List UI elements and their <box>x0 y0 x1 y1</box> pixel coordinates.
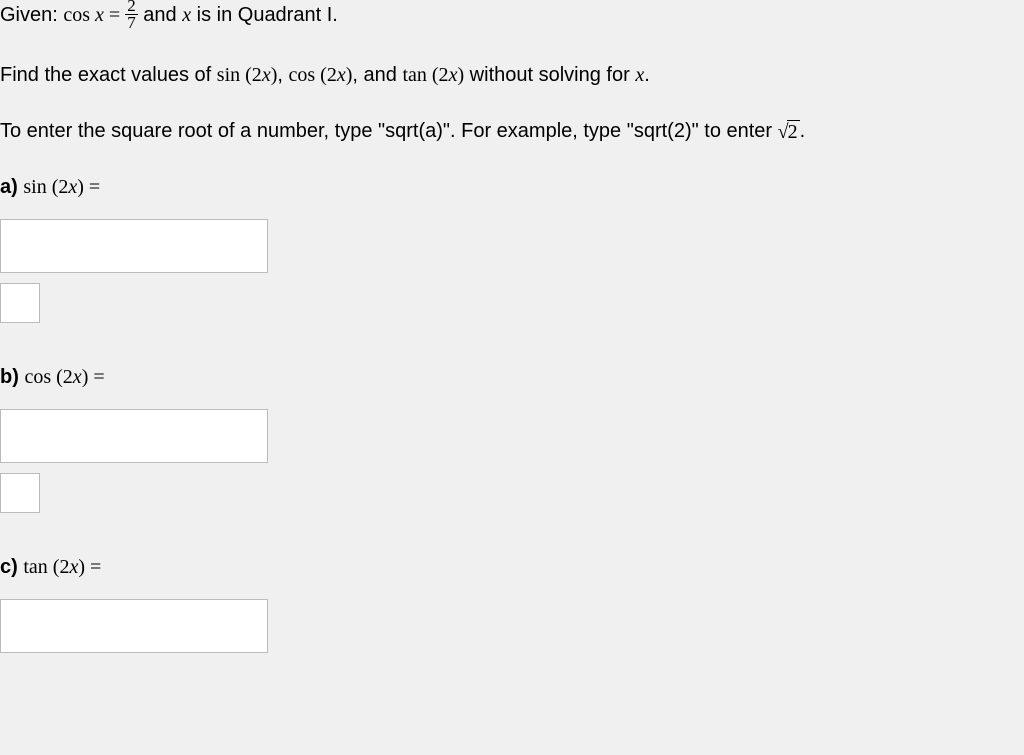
b-expr: cos (2x) = <box>24 366 104 388</box>
find-line: Find the exact values of sin (2x), cos (… <box>0 61 1024 89</box>
answer-input-b[interactable] <box>0 409 268 463</box>
var-x: x <box>95 4 104 26</box>
answer-input-a-small[interactable] <box>0 283 40 323</box>
find-tan: tan (2x) <box>402 64 464 86</box>
part-c-label: c) tan (2x) = <box>0 553 1024 581</box>
label-c: c) <box>0 556 18 578</box>
given-and: and <box>138 4 182 26</box>
find-suffix: without solving for <box>464 64 635 86</box>
answer-input-a[interactable] <box>0 219 268 273</box>
answer-input-c[interactable] <box>0 599 268 653</box>
label-b: b) <box>0 366 19 388</box>
answer-block-b <box>0 409 1024 513</box>
fraction-2-7: 27 <box>125 0 138 31</box>
answer-block-c <box>0 599 1024 653</box>
func-cos: cos <box>63 4 90 26</box>
given-line: Given: cos x = 27 and x is in Quadrant I… <box>0 0 1024 33</box>
var-x-2: x <box>182 4 191 26</box>
comma1: , <box>277 64 288 86</box>
answer-input-b-small[interactable] <box>0 473 40 513</box>
a-expr: sin (2x) = <box>23 176 100 198</box>
find-cos: cos (2x) <box>289 64 353 86</box>
answer-block-a <box>0 219 1024 323</box>
given-prefix: Given: <box>0 4 63 26</box>
var-x-3: x <box>635 64 644 86</box>
find-sin: sin (2x) <box>217 64 278 86</box>
find-prefix: Find the exact values of <box>0 64 217 86</box>
part-a-label: a) sin (2x) = <box>0 173 1024 201</box>
and: , and <box>352 64 402 86</box>
part-b-label: b) cos (2x) = <box>0 363 1024 391</box>
label-a: a) <box>0 176 18 198</box>
hint-line: To enter the square root of a number, ty… <box>0 117 1024 145</box>
given-suffix: is in Quadrant I. <box>191 4 338 26</box>
given-expr: cos x = 27 <box>63 4 137 26</box>
c-expr: tan (2x) = <box>23 556 101 578</box>
equals: = <box>104 4 125 26</box>
hint-text: To enter the square root of a number, ty… <box>0 120 778 142</box>
sqrt-2: √2 <box>778 118 800 146</box>
radicand: 2 <box>787 120 800 143</box>
hint-period: . <box>800 120 806 142</box>
frac-den: 7 <box>125 15 138 31</box>
period: . <box>644 64 650 86</box>
